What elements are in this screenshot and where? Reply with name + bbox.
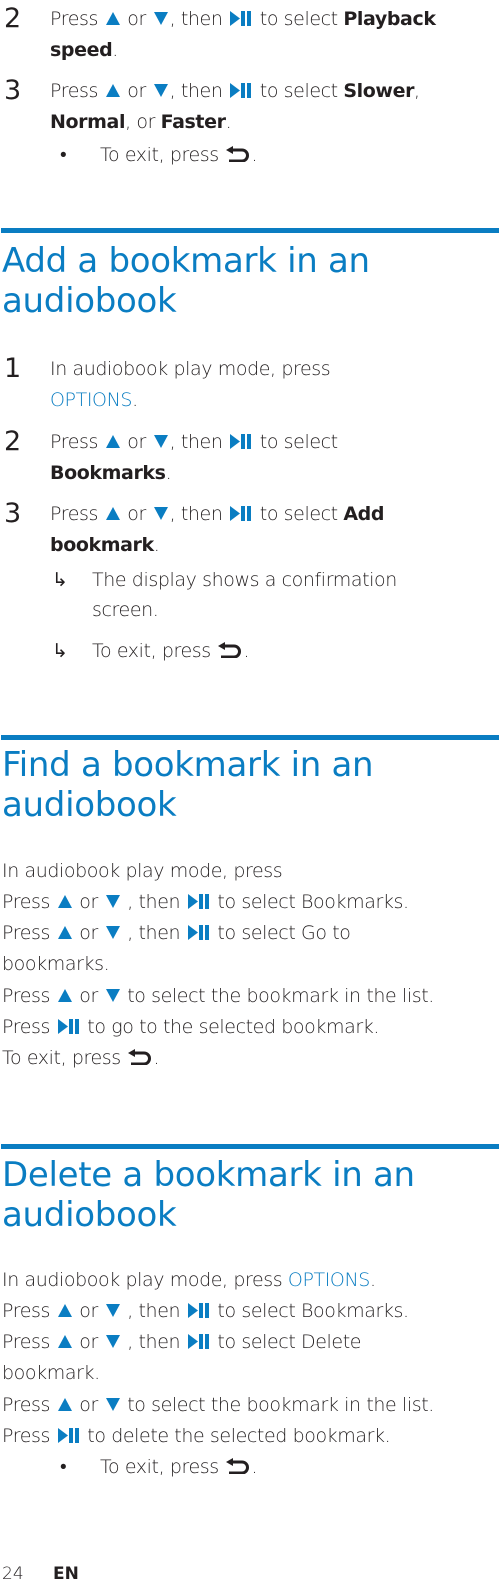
section-heading: Find a bookmark in an xyxy=(2,745,374,785)
back-icon xyxy=(128,1049,152,1065)
step-text: In audiobook play mode, press xyxy=(50,358,331,380)
up-arrow-icon xyxy=(105,507,120,520)
section-heading: Add a bookmark in an xyxy=(2,241,370,281)
up-arrow-icon xyxy=(105,84,120,97)
instruction-line: Press or to select the bookmark in the l… xyxy=(2,985,434,1007)
step-number: 2 xyxy=(4,426,22,457)
result-arrow-icon: ↳ xyxy=(52,569,68,591)
back-icon xyxy=(218,642,242,658)
up-arrow-icon xyxy=(57,1398,72,1411)
step-number: 3 xyxy=(4,75,22,106)
instruction-line: In audiobook play mode, press OPTIONS. xyxy=(2,1269,376,1291)
play-pause-icon xyxy=(188,1303,210,1318)
up-arrow-icon xyxy=(105,435,120,448)
step-number: 2 xyxy=(4,3,22,34)
step-text: Press or , then to select Playback xyxy=(50,8,436,30)
step-text: Press or , then to select Add xyxy=(50,503,385,525)
down-arrow-icon xyxy=(105,1304,120,1317)
instruction-line: Press to delete the selected bookmark. xyxy=(2,1425,391,1447)
result-arrow-icon: ↳ xyxy=(52,640,68,662)
section-heading-cont: audiobook xyxy=(2,785,177,825)
instruction-line: Press or to select the bookmark in the l… xyxy=(2,1394,434,1416)
down-arrow-icon xyxy=(153,507,168,520)
up-arrow-icon xyxy=(57,1335,72,1348)
play-pause-icon xyxy=(230,11,252,26)
step-text-cont: speed. xyxy=(50,39,118,61)
down-arrow-icon xyxy=(153,12,168,25)
down-arrow-icon xyxy=(105,926,120,939)
down-arrow-icon xyxy=(105,895,120,908)
down-arrow-icon xyxy=(153,84,168,97)
instruction-line: bookmarks. xyxy=(2,953,110,975)
section-heading-cont: audiobook xyxy=(2,281,177,321)
down-arrow-icon xyxy=(105,989,120,1002)
bullet-icon: • xyxy=(60,1456,67,1478)
bullet-text: To exit, press . xyxy=(100,1456,258,1478)
section-divider xyxy=(1,735,499,740)
options-key: OPTIONS xyxy=(287,1269,370,1291)
options-key: OPTIONS xyxy=(50,389,133,411)
play-pause-icon xyxy=(230,434,252,449)
step-text: Press or , then to select xyxy=(50,431,338,453)
bullet-icon: • xyxy=(60,144,67,166)
result-text-cont: screen. xyxy=(92,599,159,621)
section-divider xyxy=(1,228,499,233)
step-text-cont: Bookmarks. xyxy=(50,462,172,484)
play-pause-icon xyxy=(188,925,210,940)
step-number: 1 xyxy=(4,353,22,384)
step-text-cont: OPTIONS. xyxy=(50,389,138,411)
page-number: 24 xyxy=(2,1564,24,1584)
play-pause-icon xyxy=(230,506,252,521)
step-number: 3 xyxy=(4,498,22,529)
instruction-line: In audiobook play mode, press xyxy=(2,860,283,882)
section-heading-cont: audiobook xyxy=(2,1195,177,1235)
instruction-line: Press to go to the selected bookmark. xyxy=(2,1016,379,1038)
instruction-line: Press or , then to select Bookmarks. xyxy=(2,1300,409,1322)
section-divider xyxy=(1,1144,499,1149)
instruction-line: Press or , then to select Go to xyxy=(2,922,351,944)
bullet-text: To exit, press . xyxy=(100,144,258,166)
up-arrow-icon xyxy=(57,895,72,908)
down-arrow-icon xyxy=(105,1398,120,1411)
step-text-cont: Normal, or Faster. xyxy=(50,111,232,133)
down-arrow-icon xyxy=(153,435,168,448)
instruction-line: To exit, press . xyxy=(2,1047,160,1069)
play-pause-icon xyxy=(230,83,252,98)
play-pause-icon xyxy=(188,894,210,909)
instruction-line: Press or , then to select Bookmarks. xyxy=(2,891,409,913)
play-pause-icon xyxy=(58,1428,80,1443)
play-pause-icon xyxy=(58,1019,80,1034)
section-heading: Delete a bookmark in an xyxy=(2,1155,415,1195)
up-arrow-icon xyxy=(57,926,72,939)
result-text: To exit, press . xyxy=(92,640,250,662)
instruction-line: Press or , then to select Delete xyxy=(2,1331,362,1353)
up-arrow-icon xyxy=(57,1304,72,1317)
up-arrow-icon xyxy=(57,989,72,1002)
play-pause-icon xyxy=(188,1334,210,1349)
up-arrow-icon xyxy=(105,12,120,25)
back-icon xyxy=(226,1458,250,1474)
result-text: The display shows a confirmation xyxy=(92,569,397,591)
instruction-line: bookmark. xyxy=(2,1362,100,1384)
step-text-cont: bookmark. xyxy=(50,534,160,556)
language-code: EN xyxy=(53,1564,79,1584)
down-arrow-icon xyxy=(105,1335,120,1348)
step-text: Press or , then to select Slower, xyxy=(50,80,420,102)
back-icon xyxy=(226,146,250,162)
